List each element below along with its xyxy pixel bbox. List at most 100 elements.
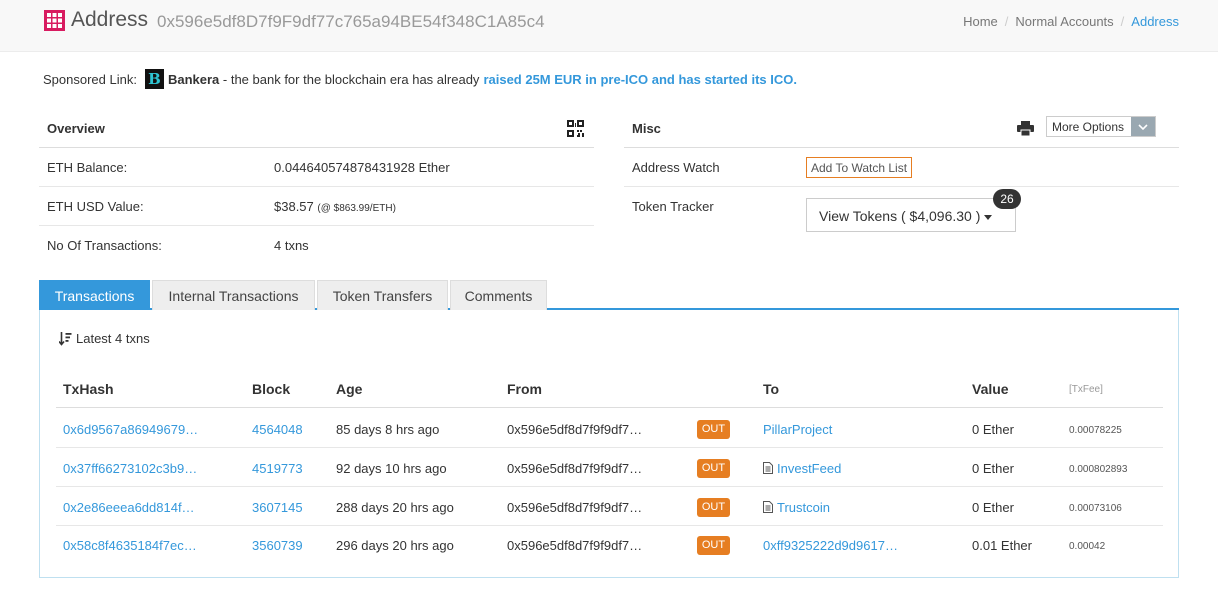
sort-amount-icon (59, 331, 72, 346)
tx-value: 0 Ether (972, 422, 1014, 437)
table-row: 0x6d9567a86949679… 4564048 85 days 8 hrs… (56, 409, 1163, 448)
breadcrumb-home[interactable]: Home (963, 14, 998, 29)
tx-to-link[interactable]: Trustcoin (763, 500, 830, 515)
tx-hash-link[interactable]: 0x58c8f4635184f7ec… (63, 538, 197, 553)
token-tracker-label: Token Tracker (632, 199, 714, 214)
address-watch-label: Address Watch (632, 160, 720, 175)
breadcrumb-separator: / (1120, 14, 1125, 29)
tx-from: 0x596e5df8d7f9f9df7… (507, 461, 643, 476)
print-icon[interactable] (1017, 121, 1034, 136)
tx-count-value: 4 txns (274, 238, 309, 253)
eth-usd-value: $38.57 (274, 199, 314, 214)
latest-txns-text: Latest 4 txns (76, 331, 150, 346)
etherscan-logo-icon (44, 10, 65, 31)
eth-usd-label: ETH USD Value: (47, 199, 144, 214)
tx-hash-link[interactable]: 0x6d9567a86949679… (63, 422, 198, 437)
chevron-down-icon (1131, 117, 1155, 136)
col-value: Value (972, 381, 1009, 397)
more-options-button[interactable]: More Options (1046, 116, 1156, 137)
view-tokens-dropdown[interactable]: View Tokens ( $4,096.30 ) (806, 198, 1016, 232)
bankera-logo-icon: B (144, 69, 164, 89)
misc-title: Misc (632, 121, 661, 136)
sponsor-brand: Bankera (167, 71, 220, 87)
tx-value: 0 Ether (972, 500, 1014, 515)
tx-from: 0x596e5df8d7f9f9df7… (507, 500, 643, 515)
page-title: Address (71, 8, 149, 31)
block-link[interactable]: 3560739 (252, 538, 303, 553)
tx-to-link[interactable]: InvestFeed (763, 461, 841, 476)
overview-header: Overview (39, 108, 594, 148)
eth-balance-label: ETH Balance: (47, 160, 128, 175)
col-to: To (763, 381, 780, 397)
tx-fee: 0.00042 (1069, 541, 1106, 552)
tx-value: 0 Ether (972, 461, 1014, 476)
col-txhash: TxHash (63, 381, 114, 397)
tx-hash-link[interactable]: 0x37ff66273102c3b9… (63, 461, 197, 476)
direction-badge: OUT (697, 420, 730, 439)
tx-to-text: Trustcoin (777, 500, 830, 515)
tx-value: 0.01 Ether (972, 538, 1032, 553)
col-txfee: [TxFee] (1069, 384, 1103, 395)
tab-comments[interactable]: Comments (450, 280, 547, 310)
block-link[interactable]: 4519773 (252, 461, 303, 476)
breadcrumb-normal-accounts[interactable]: Normal Accounts (1015, 14, 1113, 29)
col-from: From (507, 381, 542, 397)
tx-to-link[interactable]: 0xff9325222d9d9617… (763, 538, 898, 553)
tx-fee: 0.000802893 (1069, 464, 1128, 475)
tab-transactions[interactable]: Transactions (39, 280, 150, 310)
eth-price-note: (@ $863.99/ETH) (317, 203, 396, 214)
breadcrumb-separator: / (1004, 14, 1009, 29)
tx-hash-link[interactable]: 0x2e86eeea6dd814f… (63, 500, 195, 515)
tx-fee: 0.00073106 (1069, 503, 1122, 514)
eth-usd-value-group: $38.57 (@ $863.99/ETH) (274, 199, 396, 214)
tx-to-link[interactable]: PillarProject (763, 422, 832, 437)
table-header-divider (56, 407, 1163, 408)
col-block: Block (252, 381, 291, 397)
direction-badge: OUT (697, 536, 730, 555)
top-bar: Address 0x596e5df8D7f9F9df77c765a94BE54f… (0, 0, 1218, 52)
tx-age: 288 days 20 hrs ago (336, 500, 454, 515)
tx-count-row: No Of Transactions: 4 txns (39, 226, 594, 265)
tx-count-label: No Of Transactions: (47, 238, 162, 253)
direction-badge: OUT (697, 498, 730, 517)
tab-bar: Transactions Internal Transactions Token… (39, 280, 1179, 310)
tx-to-text: 0xff9325222d9d9617… (763, 538, 898, 553)
page-address: 0x596e5df8D7f9F9df77c765a94BE54f348C1A85… (157, 12, 545, 31)
token-count-badge: 26 (993, 189, 1021, 209)
tx-age: 296 days 20 hrs ago (336, 538, 454, 553)
eth-usd-row: ETH USD Value: $38.57 (@ $863.99/ETH) (39, 187, 594, 226)
direction-badge: OUT (697, 459, 730, 478)
tx-from: 0x596e5df8d7f9f9df7… (507, 538, 643, 553)
tx-age: 92 days 10 hrs ago (336, 461, 447, 476)
latest-txns-summary: Latest 4 txns (59, 331, 150, 346)
sponsored-label: Sponsored Link: (43, 71, 137, 87)
tab-token-transfers[interactable]: Token Transfers (317, 280, 448, 310)
view-tokens-label: View Tokens ( $4,096.30 ) (819, 208, 981, 224)
qr-code-icon[interactable] (567, 120, 584, 137)
eth-balance-value: 0.044640574878431928 Ether (274, 160, 450, 175)
eth-balance-row: ETH Balance: 0.044640574878431928 Ether (39, 148, 594, 187)
add-to-watch-list-button[interactable]: Add To Watch List (806, 157, 913, 178)
table-row: 0x2e86eeea6dd814f… 3607145 288 days 20 h… (56, 487, 1163, 526)
contract-file-icon (763, 501, 773, 513)
sponsor-text: - the bank for the blockchain era has al… (222, 71, 480, 87)
sponsor-link[interactable]: raised 25M EUR in pre-ICO and has starte… (483, 72, 797, 87)
caret-down-icon (984, 214, 993, 220)
breadcrumb-current: Address (1131, 14, 1179, 29)
tx-fee: 0.00078225 (1069, 425, 1122, 436)
tab-internal-transactions[interactable]: Internal Transactions (152, 280, 315, 310)
block-link[interactable]: 4564048 (252, 422, 303, 437)
tx-age: 85 days 8 hrs ago (336, 422, 440, 437)
tx-to-text: InvestFeed (777, 461, 842, 476)
sponsored-link: Sponsored Link: B Bankera - the bank for… (43, 69, 797, 89)
contract-file-icon (763, 462, 773, 474)
block-link[interactable]: 3607145 (252, 500, 303, 515)
overview-title: Overview (47, 121, 105, 136)
more-options-label: More Options (1052, 120, 1125, 134)
tx-to-text: PillarProject (763, 422, 833, 437)
tx-from: 0x596e5df8d7f9f9df7… (507, 422, 643, 437)
col-age: Age (336, 381, 363, 397)
table-row: 0x58c8f4635184f7ec… 3560739 296 days 20 … (56, 525, 1163, 564)
table-row: 0x37ff66273102c3b9… 4519773 92 days 10 h… (56, 448, 1163, 487)
breadcrumb: Home / Normal Accounts / Address (963, 14, 1179, 29)
